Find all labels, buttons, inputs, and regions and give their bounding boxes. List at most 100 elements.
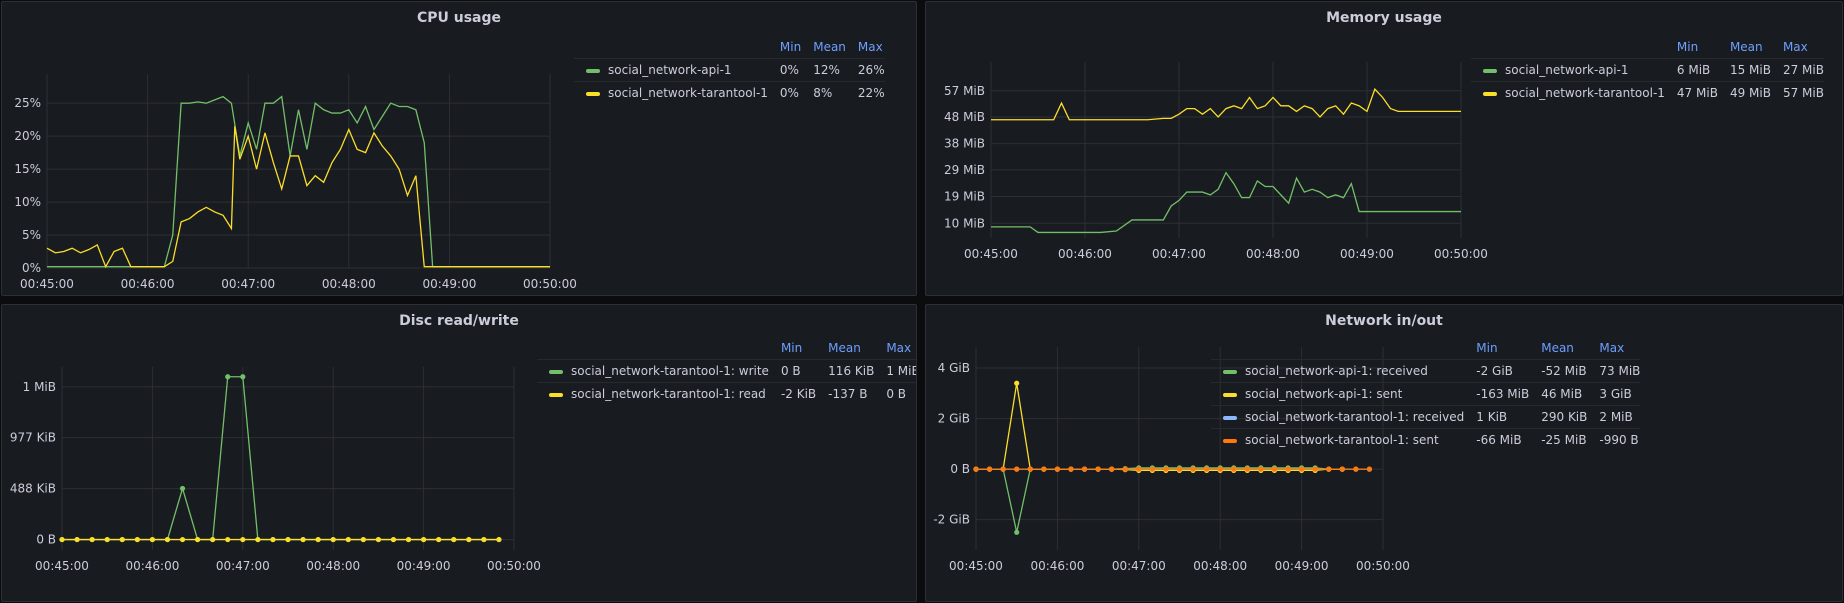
data-point[interactable] (1109, 466, 1115, 472)
legend-header-max[interactable]: Max (874, 337, 916, 360)
legend-row[interactable]: social_network-api-1 0% 12% 26% (574, 58, 885, 82)
legend-row[interactable]: social_network-tarantool-1: read -2 KiB -1… (537, 382, 916, 405)
legend-header-max[interactable]: Max (846, 36, 885, 59)
data-point[interactable] (315, 536, 321, 543)
data-point[interactable] (59, 536, 65, 543)
data-point[interactable] (285, 536, 291, 543)
series-line-0[interactable] (62, 376, 499, 541)
y-tick-label: 29 MiB (944, 163, 985, 177)
data-point[interactable] (210, 536, 216, 543)
legend-header-mean[interactable]: Mean (801, 36, 846, 59)
series-line-0[interactable] (976, 467, 1343, 533)
data-point[interactable] (1326, 466, 1332, 472)
data-point[interactable] (1244, 466, 1250, 472)
data-point[interactable] (255, 536, 261, 543)
data-point[interactable] (1271, 466, 1278, 472)
data-point[interactable] (436, 536, 442, 543)
data-point[interactable] (300, 536, 306, 543)
data-point[interactable] (270, 536, 276, 543)
data-point[interactable] (1285, 466, 1291, 472)
data-point[interactable] (179, 536, 186, 543)
data-point[interactable] (1149, 466, 1155, 472)
data-point[interactable] (74, 536, 80, 543)
data-point[interactable] (240, 374, 246, 380)
data-point[interactable] (1190, 466, 1196, 472)
x-tick-label: 00:50:00 (1356, 559, 1410, 573)
x-tick-label: 00:48:00 (1246, 247, 1300, 261)
data-point[interactable] (1136, 466, 1142, 472)
data-point[interactable] (421, 536, 427, 543)
data-point[interactable] (1081, 466, 1088, 472)
data-point[interactable] (986, 466, 993, 472)
data-point[interactable] (134, 536, 140, 543)
data-point[interactable] (195, 536, 201, 543)
legend-header-max[interactable]: Max (1771, 36, 1824, 59)
data-point[interactable] (225, 536, 231, 543)
data-point[interactable] (496, 536, 502, 543)
legend-row[interactable]: social_network-api-1 6 MiB 15 MiB 27 MiB (1471, 58, 1824, 82)
data-point[interactable] (481, 536, 487, 543)
legend-row[interactable]: social_network-tarantool-1: received 1 Ki… (1211, 405, 1641, 429)
data-point[interactable] (1014, 529, 1020, 535)
legend-row[interactable]: social_network-api-1: received -2 GiB -52 … (1211, 359, 1641, 383)
data-point[interactable] (1258, 466, 1264, 472)
data-point[interactable] (1000, 466, 1006, 472)
legend-header-mean[interactable]: Mean (1718, 36, 1771, 59)
data-point[interactable] (1204, 466, 1210, 472)
data-point[interactable] (1122, 466, 1128, 472)
series-line-0[interactable] (47, 95, 550, 268)
data-point[interactable] (1163, 466, 1169, 472)
data-point[interactable] (390, 536, 397, 543)
data-point[interactable] (119, 536, 125, 543)
legend-swatch (1223, 415, 1237, 420)
legend-header-mean[interactable]: Mean (1529, 337, 1587, 360)
legend-row[interactable]: social_network-tarantool-1 0% 8% 22% (574, 81, 885, 104)
legend-row[interactable]: social_network-tarantool-1: write 0 B 116 … (537, 359, 916, 383)
legend-header-min[interactable]: Min (768, 36, 801, 59)
legend-row[interactable]: social_network-tarantool-1 47 MiB 49 MiB 57… (1471, 81, 1824, 104)
data-point[interactable] (375, 536, 381, 543)
data-point[interactable] (240, 536, 246, 543)
series-line-1[interactable] (46, 126, 550, 269)
data-point[interactable] (1014, 466, 1020, 472)
data-point[interactable] (1339, 466, 1345, 472)
legend-header-mean[interactable]: Mean (816, 337, 874, 360)
data-point[interactable] (1095, 466, 1101, 472)
data-point[interactable] (225, 374, 231, 380)
data-point[interactable] (1312, 466, 1318, 472)
data-point[interactable] (179, 485, 186, 492)
data-point[interactable] (1041, 466, 1047, 472)
data-point[interactable] (466, 536, 472, 543)
x-tick-label: 00:47:00 (1112, 559, 1166, 573)
data-point[interactable] (1353, 466, 1359, 472)
data-point[interactable] (360, 536, 366, 543)
data-point[interactable] (451, 536, 457, 543)
data-point[interactable] (973, 466, 979, 472)
data-point[interactable] (1217, 466, 1223, 472)
data-point[interactable] (1027, 466, 1033, 472)
legend-mean: 46 MiB (1529, 382, 1588, 406)
data-point[interactable] (405, 536, 412, 543)
x-tick-label: 00:46:00 (1030, 559, 1084, 573)
legend-header-min[interactable]: Min (1665, 36, 1718, 59)
data-point[interactable] (89, 536, 95, 543)
data-point[interactable] (1176, 466, 1183, 472)
legend-row[interactable]: social_network-tarantool-1: sent -66 MiB -… (1211, 428, 1641, 451)
legend-row[interactable]: social_network-api-1: sent -163 MiB 46 MiB… (1211, 382, 1641, 406)
series-line-1[interactable] (991, 87, 1461, 121)
y-tick-label: 977 KiB (10, 431, 56, 445)
legend-header-min[interactable]: Min (1464, 337, 1529, 360)
data-point[interactable] (345, 536, 351, 543)
data-point[interactable] (149, 536, 155, 543)
data-point[interactable] (1068, 466, 1074, 472)
data-point[interactable] (1014, 380, 1020, 386)
data-point[interactable] (1299, 466, 1305, 472)
data-point[interactable] (1231, 466, 1237, 472)
data-point[interactable] (104, 536, 110, 543)
data-point[interactable] (330, 536, 336, 543)
data-point[interactable] (164, 536, 171, 543)
data-point[interactable] (1054, 466, 1060, 472)
data-point[interactable] (1366, 466, 1373, 472)
legend-header-min[interactable]: Min (769, 337, 816, 360)
legend-header-max[interactable]: Max (1587, 337, 1640, 360)
